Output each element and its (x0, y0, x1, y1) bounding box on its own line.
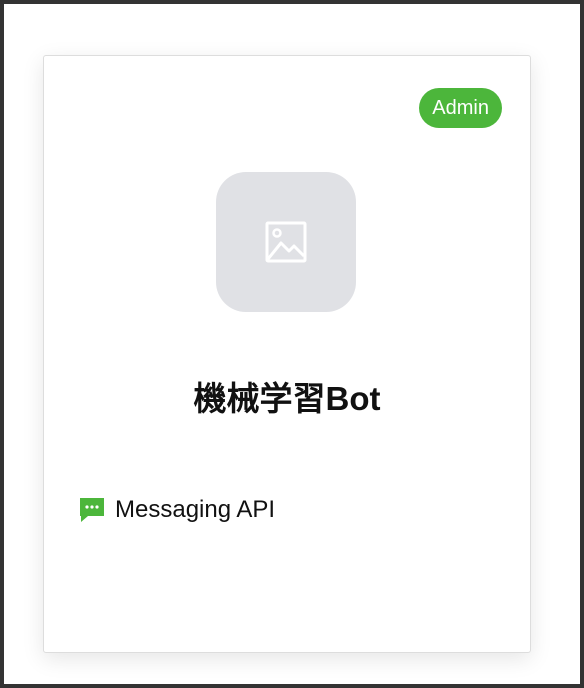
admin-badge: Admin (419, 88, 502, 128)
channel-type: Messaging API (79, 496, 275, 524)
bot-name: 機械学習Bot (193, 380, 381, 417)
bot-avatar (216, 172, 356, 312)
bot-card[interactable]: Admin 機械学習Bot Messaging API (43, 55, 531, 653)
chat-bubble-icon (80, 498, 104, 522)
channel-type-label: Messaging API (115, 496, 276, 523)
image-placeholder-icon (265, 221, 307, 263)
